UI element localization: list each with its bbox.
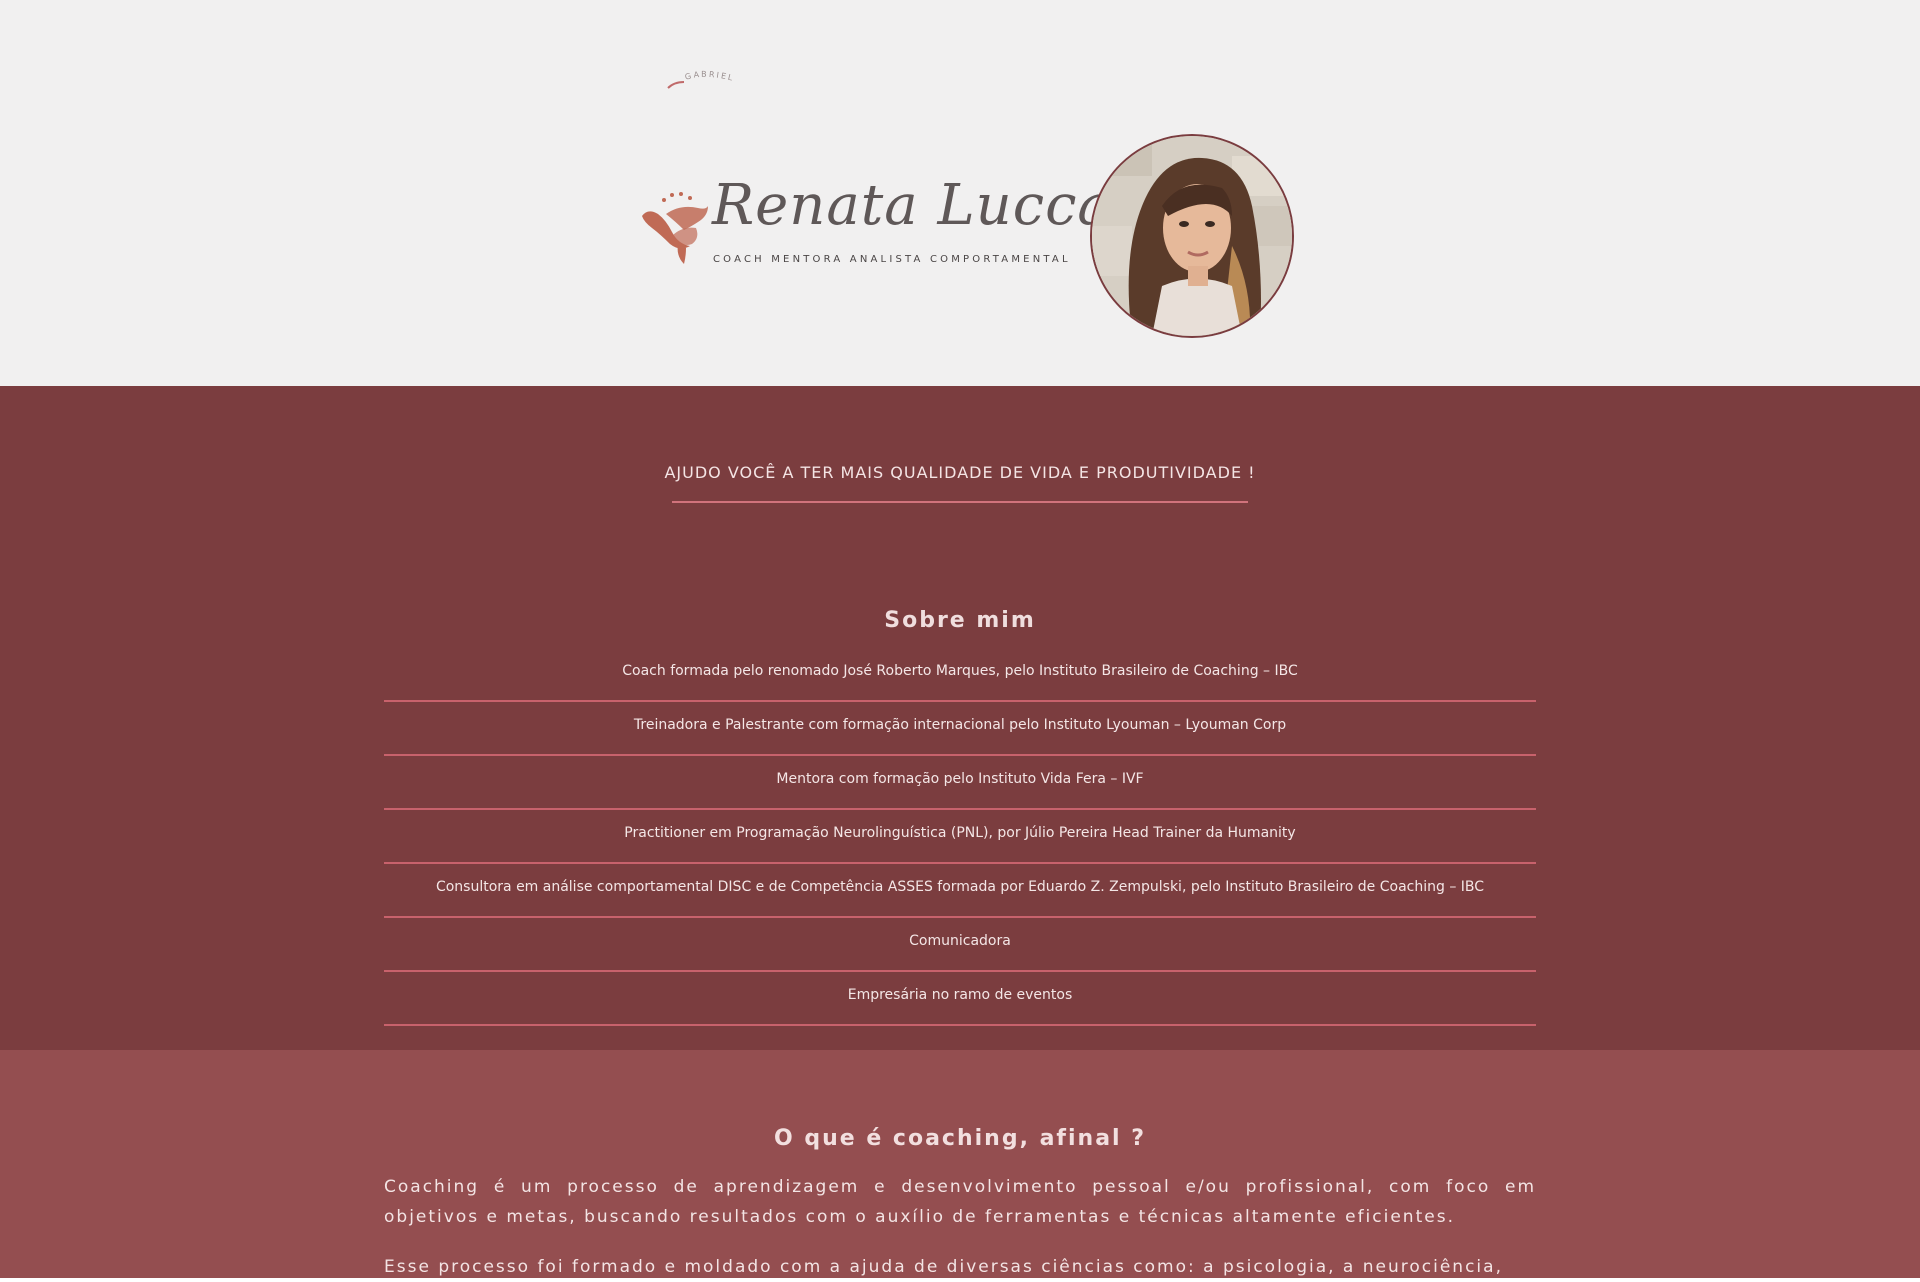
list-item: Mentora com formação pelo Instituto Vida… bbox=[384, 758, 1536, 810]
about-title: Sobre mim bbox=[884, 608, 1036, 633]
logo-tagline: COACH MENTORA ANALISTA COMPORTAMENTAL bbox=[713, 254, 1071, 265]
list-item: Consultora em análise comportamental DIS… bbox=[384, 866, 1536, 918]
list-item: Empresária no ramo de eventos bbox=[384, 974, 1536, 1026]
headline-divider bbox=[672, 501, 1248, 503]
credentials-list: Coach formada pelo renomado José Roberto… bbox=[384, 650, 1536, 1028]
profile-photo-image bbox=[1092, 136, 1292, 336]
logo-name: Renata Lucca bbox=[712, 173, 1112, 238]
coaching-section bbox=[0, 1050, 1920, 1278]
coaching-title: O que é coaching, afinal ? bbox=[773, 1126, 1147, 1151]
list-item: Comunicadora bbox=[384, 920, 1536, 972]
site-header: GABRIEL Renata Lucca COACH MENTORA ANALI… bbox=[0, 0, 1920, 386]
signature-mark-text: GABRIEL bbox=[684, 70, 733, 83]
list-item: Treinadora e Palestrante com formação in… bbox=[384, 704, 1536, 756]
svg-text:GABRIEL: GABRIEL bbox=[684, 70, 735, 83]
list-item: Coach formada pelo renomado José Roberto… bbox=[384, 650, 1536, 702]
signature-mark-icon: GABRIEL bbox=[667, 70, 735, 89]
hero-headline: AJUDO VOCÊ A TER MAIS QUALIDADE DE VIDA … bbox=[664, 463, 1256, 482]
list-item: Practitioner em Programação Neurolinguís… bbox=[384, 812, 1536, 864]
profile-photo bbox=[1090, 134, 1294, 338]
coaching-paragraph: Coaching é um processo de aprendizagem e… bbox=[384, 1177, 1536, 1227]
